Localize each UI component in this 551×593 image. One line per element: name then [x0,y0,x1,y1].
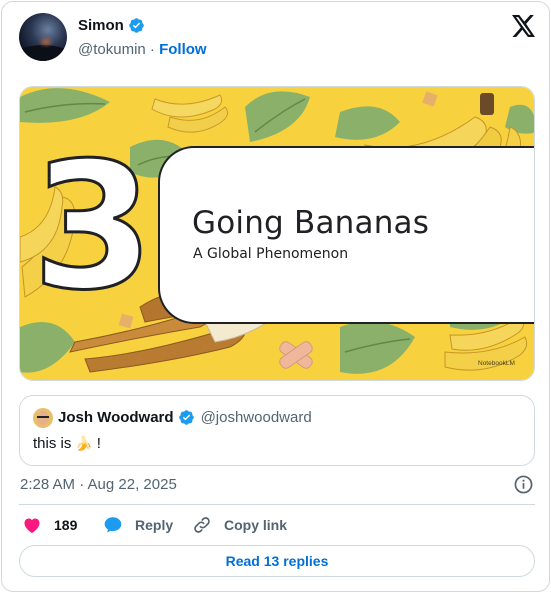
like-count: 189 [54,517,78,533]
big-number-3: 3 [32,126,154,329]
author-handle-row: @tokumin · Follow [78,41,207,58]
quoted-author-handle[interactable]: @joshwoodward [201,409,312,426]
author-name-row: Simon [78,17,145,34]
follow-button[interactable]: Follow [159,41,207,58]
x-logo-icon[interactable] [512,15,536,37]
tweet-timestamp[interactable]: 2:28 AM · Aug 22, 2025 [20,476,177,493]
notebooklm-watermark: NotebookLM [478,360,515,367]
author-handle[interactable]: @tokumin [78,41,146,58]
quoted-author-avatar[interactable] [33,408,53,428]
verified-badge-icon [129,18,144,33]
media-title: Going Bananas [192,205,430,241]
verified-badge-icon [178,410,194,425]
link-icon [194,517,210,533]
quoted-text-suffix: ! [96,435,101,452]
divider [19,504,535,505]
quoted-author-row: Josh Woodward @joshwoodward [58,409,312,426]
embedded-tweet-card: Simon @tokumin · Follow 3 Going Bananas … [1,1,550,592]
copy-link-button[interactable]: Copy link [192,515,287,535]
heart-icon [24,518,40,533]
banana-emoji-icon: 🍌 [75,435,93,452]
quoted-tweet-text: this is 🍌 ! [33,435,101,452]
read-replies-button[interactable]: Read 13 replies [19,545,535,577]
handle-separator: · [149,41,155,58]
quoted-tweet[interactable]: Josh Woodward @joshwoodward this is 🍌 ! [19,395,535,466]
author-name[interactable]: Simon [78,17,124,34]
media-subtitle: A Global Phenomenon [193,246,349,262]
info-icon[interactable] [514,475,533,494]
quoted-author-name[interactable]: Josh Woodward [58,409,174,426]
reply-button[interactable]: Reply [103,515,173,535]
like-button[interactable]: 189 [22,515,77,535]
quoted-text-body: this is [33,435,72,452]
reply-bubble-icon [104,517,122,533]
tweet-media-image[interactable]: 3 Going Bananas A Global Phenomenon Note… [19,86,535,381]
copy-link-label: Copy link [224,517,288,533]
reply-label: Reply [135,517,174,533]
author-avatar[interactable] [19,13,67,61]
